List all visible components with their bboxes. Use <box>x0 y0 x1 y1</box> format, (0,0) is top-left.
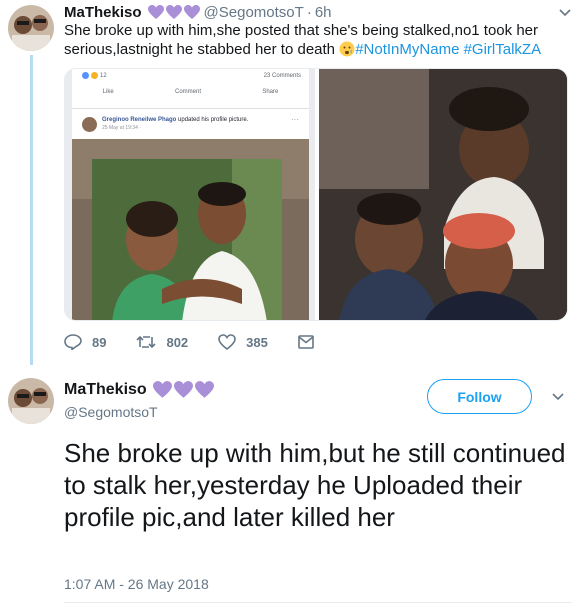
fb-share-label: Share <box>262 89 279 95</box>
fb-poster-line: Greginoo Reneilwe Phago updated his prof… <box>102 117 248 123</box>
fb-poster-avatar <box>82 117 97 132</box>
purple-heart-icon <box>147 4 164 19</box>
envelope-icon <box>298 335 314 349</box>
purple-heart-icon <box>173 381 193 398</box>
direct-message-button[interactable] <box>298 335 314 349</box>
tweet-timestamp[interactable]: 1:07 AM - 26 May 2018 <box>64 576 209 592</box>
purple-hearts <box>152 381 214 399</box>
heart-outline-icon <box>218 334 236 350</box>
handle[interactable]: @SegomotsoT <box>204 4 304 21</box>
fb-post-date: 25 May at 19:34 · <box>102 125 141 131</box>
tweet-2-focused: MaThekiso @SegomotsoT Follow She broke u… <box>0 362 585 608</box>
couple-photo <box>72 139 309 320</box>
facebook-reactions-bar: 12 23 Comments Like Comment Share <box>72 69 309 109</box>
retweet-icon <box>136 335 157 349</box>
purple-heart-icon <box>165 4 182 19</box>
reply-icon <box>64 334 82 350</box>
media-grid[interactable]: 12 23 Comments Like Comment Share Gregin… <box>64 68 568 321</box>
hashtag-link[interactable]: #NotInMyName <box>355 41 459 58</box>
tweet-text: She broke up with him,she posted that sh… <box>64 21 574 59</box>
purple-heart-icon <box>194 381 214 398</box>
purple-hearts <box>147 4 200 20</box>
retweet-button[interactable]: 802 <box>136 335 188 350</box>
like-button[interactable]: 385 <box>218 334 268 350</box>
reactions-count: 12 <box>100 72 107 79</box>
divider <box>64 602 572 603</box>
tweet-1: MaThekiso @SegomotsoT · 6h She broke up … <box>0 0 585 365</box>
thread-line <box>30 55 33 365</box>
tweet-header: MaThekiso @SegomotsoT · 6h <box>64 3 332 21</box>
display-name[interactable]: MaThekiso <box>64 4 142 21</box>
handle[interactable]: @SegomotsoT <box>64 404 158 420</box>
tweet-text: She broke up with him,but he still conti… <box>64 438 566 532</box>
fb-action-text: updated his profile picture. <box>178 117 249 123</box>
retweet-count: 802 <box>166 334 189 350</box>
tweet-actions: 89 802 385 <box>64 334 344 350</box>
chevron-down-icon[interactable] <box>552 388 564 404</box>
hashtag-link[interactable]: #GirlTalkZA <box>464 41 542 58</box>
tweet-author: MaThekiso <box>64 381 218 399</box>
chevron-down-icon[interactable] <box>559 4 571 20</box>
fb-poster-name: Greginoo Reneilwe Phago <box>102 117 177 123</box>
facebook-actions: Like Comment Share <box>72 89 309 95</box>
reactions: 12 <box>82 72 107 79</box>
display-name[interactable]: MaThekiso <box>64 381 147 399</box>
follow-button[interactable]: Follow <box>427 379 532 414</box>
fb-more-icon: ··· <box>291 115 299 124</box>
fb-like-label: Like <box>102 89 114 95</box>
like-count: 385 <box>246 334 268 350</box>
facebook-screenshot-image[interactable]: 12 23 Comments Like Comment Share Gregin… <box>65 69 315 320</box>
reply-button[interactable]: 89 <box>64 334 106 350</box>
avatar[interactable] <box>8 5 54 51</box>
purple-heart-icon <box>183 4 200 19</box>
fb-comment-label: Comment <box>174 89 201 95</box>
facebook-post-card: 12 23 Comments Like Comment Share Gregin… <box>72 69 309 320</box>
separator-dot: · <box>306 3 312 21</box>
avatar[interactable] <box>8 378 54 424</box>
worried-crying-face-emoji-icon <box>339 41 355 57</box>
comments-count: 23 Comments <box>263 73 301 79</box>
family-selfie-image[interactable] <box>319 69 567 320</box>
purple-heart-icon <box>152 381 172 398</box>
reply-count: 89 <box>92 334 107 350</box>
tweet-time[interactable]: 6h <box>315 4 332 21</box>
